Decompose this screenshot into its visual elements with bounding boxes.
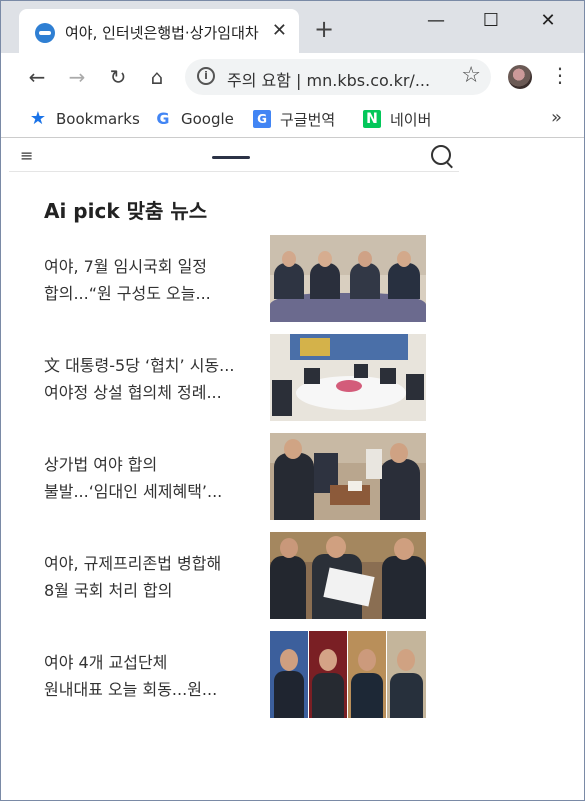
kbs-favicon-icon <box>35 23 55 43</box>
news-item[interactable]: 여야, 7월 임시국회 일정 합의...“원 구성도 오늘... <box>44 235 428 323</box>
news-title[interactable]: 여야, 7월 임시국회 일정 합의...“원 구성도 오늘... <box>44 253 250 307</box>
news-thumbnail[interactable] <box>270 334 426 421</box>
news-title[interactable]: 여야, 규제프리존법 병합해 8월 국회 처리 합의 <box>44 550 250 604</box>
address-text[interactable]: 주의 요함 | mn.kbs.co.kr/... <box>227 67 430 91</box>
bookmark-naver[interactable]: N 네이버 <box>363 108 431 130</box>
news-thumbnail[interactable] <box>270 532 426 619</box>
news-item[interactable]: 여야 4개 교섭단체 원내대표 오늘 회동...원... <box>44 631 428 719</box>
profile-avatar[interactable] <box>508 65 532 89</box>
news-item[interactable]: 文 대통령-5당 ‘협치’ 시동... 여야정 상설 협의체 정례... <box>44 334 428 422</box>
tab-title: 여야, 인터넷은행법·상가임대차 <box>65 24 259 42</box>
back-button[interactable]: ← <box>23 63 51 91</box>
news-title[interactable]: 여야 4개 교섭단체 원내대표 오늘 회동...원... <box>44 649 250 703</box>
home-button[interactable]: ⌂ <box>143 63 171 91</box>
browser-toolbar: ← → ↻ ⌂ i 주의 요함 | mn.kbs.co.kr/... ☆ ⋮ <box>1 53 584 101</box>
browser-window: 여야, 인터넷은행법·상가임대차 ✕ + — ☐ ✕ ← → ↻ ⌂ i 주의 … <box>0 0 585 801</box>
translate-icon: G <box>253 110 271 128</box>
news-thumbnail[interactable] <box>270 631 426 718</box>
bookmarks-bar: ★ Bookmarks G Google G 구글번역 N 네이버 » <box>1 101 584 138</box>
hamburger-menu-icon[interactable]: ≡ <box>20 146 33 165</box>
bookmark-star-icon[interactable]: ☆ <box>461 63 481 88</box>
news-thumbnail[interactable] <box>270 235 426 322</box>
bookmark-google[interactable]: G Google <box>154 108 233 130</box>
tab-close-icon[interactable]: ✕ <box>272 20 287 41</box>
menu-kebab-icon[interactable]: ⋮ <box>550 63 570 87</box>
search-icon[interactable] <box>431 145 451 165</box>
site-logo[interactable] <box>212 156 250 159</box>
forward-button[interactable]: → <box>63 63 91 91</box>
minimize-button[interactable]: — <box>411 7 461 35</box>
close-window-button[interactable]: ✕ <box>523 7 573 35</box>
info-icon[interactable]: i <box>197 67 215 85</box>
active-tab[interactable]: 여야, 인터넷은행법·상가임대차 ✕ <box>19 9 299 53</box>
naver-icon: N <box>363 110 381 128</box>
reload-button[interactable]: ↻ <box>104 63 132 91</box>
bookmark-bookmarks[interactable]: ★ Bookmarks <box>29 108 140 130</box>
new-tab-button[interactable]: + <box>314 17 334 41</box>
news-title[interactable]: 상가법 여야 합의 불발...‘임대인 세제혜택’... <box>44 451 250 505</box>
web-page: ≡ Ai pick 맞춤 뉴스 여야, 7월 임시국회 일정 합의...“원 구… <box>1 138 584 800</box>
address-bar[interactable]: i 주의 요함 | mn.kbs.co.kr/... ☆ <box>185 59 491 95</box>
section-title: Ai pick 맞춤 뉴스 <box>44 199 208 223</box>
tab-strip: 여야, 인터넷은행법·상가임대차 ✕ + — ☐ ✕ <box>1 1 584 53</box>
site-header: ≡ <box>9 138 459 172</box>
maximize-button[interactable]: ☐ <box>466 7 516 35</box>
bookmarks-overflow-button[interactable]: » <box>551 107 562 128</box>
news-item[interactable]: 여야, 규제프리존법 병합해 8월 국회 처리 합의 <box>44 532 428 620</box>
star-icon: ★ <box>29 108 47 129</box>
news-item[interactable]: 상가법 여야 합의 불발...‘임대인 세제혜택’... <box>44 433 428 521</box>
news-title[interactable]: 文 대통령-5당 ‘협치’ 시동... 여야정 상설 협의체 정례... <box>44 352 250 406</box>
bookmark-translate[interactable]: G 구글번역 <box>253 108 335 130</box>
google-icon: G <box>156 109 170 128</box>
news-thumbnail[interactable] <box>270 433 426 520</box>
